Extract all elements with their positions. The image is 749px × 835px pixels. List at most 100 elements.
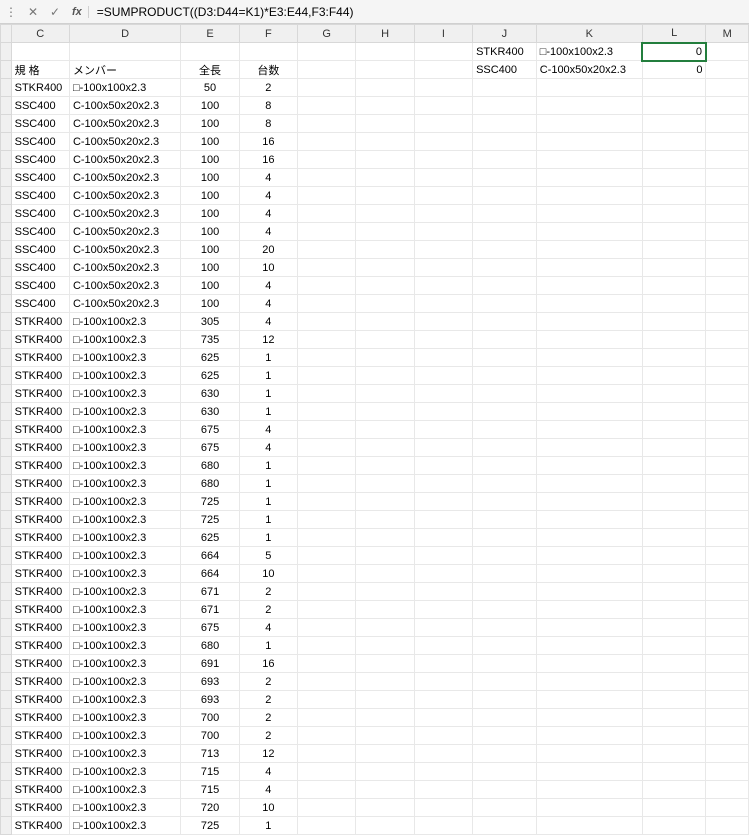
cell[interactable]: □-100x100x2.3 (69, 619, 180, 637)
cell[interactable] (356, 745, 414, 763)
cell[interactable] (356, 421, 414, 439)
cell[interactable] (414, 331, 472, 349)
cell[interactable] (414, 259, 472, 277)
cell[interactable] (356, 403, 414, 421)
cell[interactable] (298, 313, 356, 331)
cell[interactable]: C-100x50x20x2.3 (69, 295, 180, 313)
col-header-G[interactable]: G (298, 25, 356, 43)
cell[interactable] (706, 241, 749, 259)
cell[interactable] (536, 241, 642, 259)
cell[interactable] (706, 673, 749, 691)
cell[interactable] (414, 115, 472, 133)
cell[interactable]: 664 (181, 547, 239, 565)
cell[interactable] (181, 43, 239, 61)
cell[interactable]: □-100x100x2.3 (69, 547, 180, 565)
cell[interactable] (414, 367, 472, 385)
cell[interactable]: C-100x50x20x2.3 (69, 187, 180, 205)
cell[interactable]: 100 (181, 295, 239, 313)
cell[interactable]: STKR400 (11, 529, 69, 547)
cell[interactable]: STKR400 (11, 655, 69, 673)
select-all-corner[interactable] (1, 25, 12, 43)
cell-header-count[interactable]: 台数 (239, 61, 297, 79)
cell[interactable]: 50 (181, 79, 239, 97)
cell[interactable] (536, 745, 642, 763)
cell[interactable] (473, 493, 537, 511)
cell[interactable] (536, 133, 642, 151)
cell[interactable] (298, 457, 356, 475)
cell[interactable] (356, 97, 414, 115)
cell[interactable]: 630 (181, 403, 239, 421)
cell[interactable] (414, 385, 472, 403)
col-header-J[interactable]: J (473, 25, 537, 43)
cell[interactable]: STKR400 (11, 313, 69, 331)
cell[interactable]: 100 (181, 115, 239, 133)
cell[interactable] (473, 637, 537, 655)
cell[interactable] (642, 421, 706, 439)
cell[interactable] (11, 43, 69, 61)
cell[interactable] (536, 529, 642, 547)
cell[interactable] (298, 727, 356, 745)
cell[interactable] (706, 529, 749, 547)
cell[interactable]: SSC400 (11, 151, 69, 169)
cell[interactable]: □-100x100x2.3 (69, 475, 180, 493)
cell[interactable] (414, 727, 472, 745)
row-header[interactable] (1, 385, 12, 403)
cell[interactable]: 720 (181, 799, 239, 817)
cell[interactable] (642, 223, 706, 241)
cell[interactable]: STKR400 (11, 511, 69, 529)
cell[interactable] (642, 241, 706, 259)
cell[interactable] (356, 583, 414, 601)
cell[interactable] (298, 493, 356, 511)
row-header[interactable] (1, 655, 12, 673)
cell[interactable]: 100 (181, 259, 239, 277)
cell[interactable] (356, 475, 414, 493)
cell[interactable] (536, 709, 642, 727)
cell[interactable]: 10 (239, 565, 297, 583)
cell[interactable] (414, 403, 472, 421)
cell[interactable] (473, 727, 537, 745)
cell[interactable] (536, 493, 642, 511)
cell[interactable]: 715 (181, 781, 239, 799)
cell[interactable] (706, 565, 749, 583)
cell[interactable] (473, 511, 537, 529)
cell[interactable] (414, 205, 472, 223)
cell[interactable]: □-100x100x2.3 (69, 745, 180, 763)
row-header[interactable] (1, 61, 12, 79)
cell[interactable] (473, 97, 537, 115)
cell[interactable] (298, 151, 356, 169)
cell[interactable] (473, 187, 537, 205)
cell[interactable] (356, 529, 414, 547)
cell[interactable]: 1 (239, 637, 297, 655)
cell[interactable] (414, 349, 472, 367)
cell[interactable]: □-100x100x2.3 (69, 439, 180, 457)
row-header[interactable] (1, 493, 12, 511)
cell[interactable]: SSC400 (11, 115, 69, 133)
cell[interactable] (69, 43, 180, 61)
cell[interactable] (298, 367, 356, 385)
cell[interactable]: STKR400 (11, 763, 69, 781)
cell[interactable] (298, 691, 356, 709)
cell-header-length[interactable]: 全長 (181, 61, 239, 79)
spreadsheet-grid[interactable]: C D E F G H I J K L M (0, 24, 749, 835)
cell[interactable] (706, 511, 749, 529)
cell[interactable] (706, 475, 749, 493)
cancel-icon[interactable]: ✕ (22, 1, 44, 23)
cell[interactable]: 693 (181, 691, 239, 709)
cell[interactable] (356, 349, 414, 367)
cell[interactable] (536, 475, 642, 493)
cell[interactable] (414, 529, 472, 547)
cell[interactable] (473, 133, 537, 151)
cell[interactable] (536, 223, 642, 241)
cell[interactable]: 675 (181, 439, 239, 457)
cell[interactable] (706, 43, 749, 61)
cell[interactable]: STKR400 (11, 439, 69, 457)
cell[interactable] (473, 349, 537, 367)
cell[interactable] (536, 187, 642, 205)
cell[interactable]: C-100x50x20x2.3 (69, 223, 180, 241)
cell[interactable] (298, 817, 356, 835)
cell[interactable] (706, 727, 749, 745)
cell[interactable] (356, 43, 414, 61)
col-header-F[interactable]: F (239, 25, 297, 43)
cell[interactable]: 4 (239, 421, 297, 439)
cell[interactable] (706, 817, 749, 835)
